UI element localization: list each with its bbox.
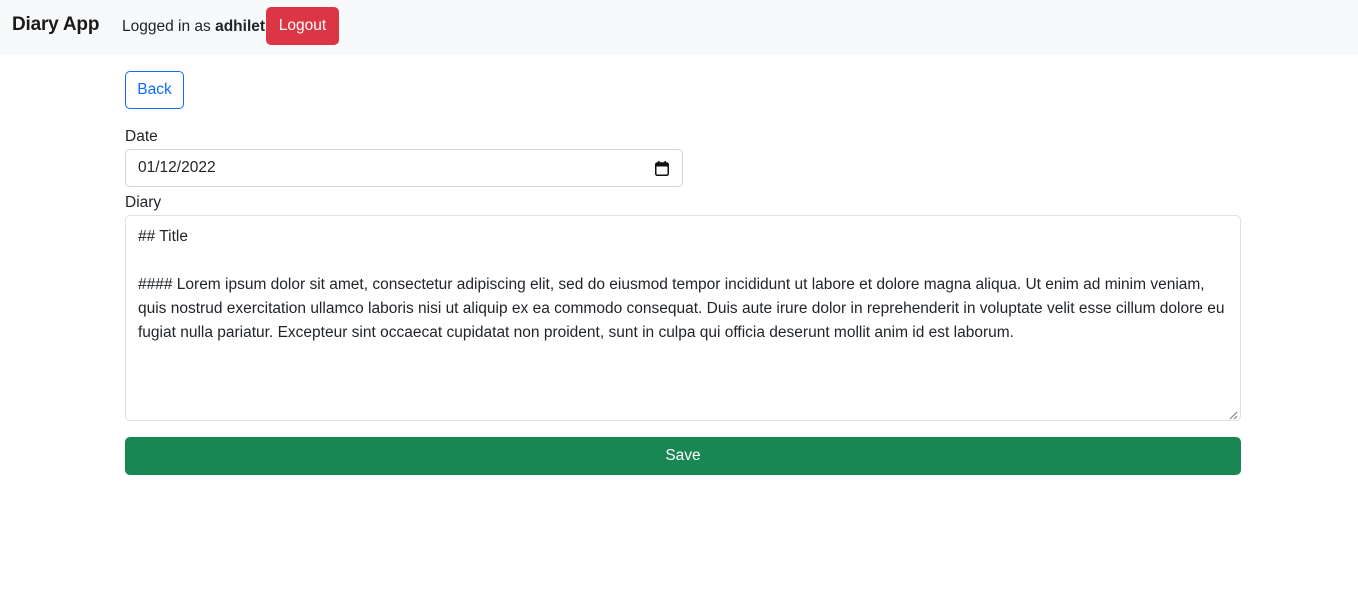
logged-in-prefix: Logged in as (122, 18, 211, 35)
resize-grip-icon[interactable] (1228, 407, 1238, 420)
date-label: Date (125, 128, 158, 145)
diary-label: Diary (125, 194, 162, 211)
logout-button[interactable]: Logout (266, 7, 339, 45)
date-value[interactable]: 01/12/2022 (138, 159, 654, 177)
diary-textarea[interactable]: ## Title #### Lorem ipsum dolor sit amet… (125, 215, 1241, 421)
brand-title[interactable]: Diary App (12, 14, 99, 36)
navbar: Diary App Logged in as adhilet Logout (0, 0, 1358, 55)
date-input[interactable]: 01/12/2022 (125, 149, 683, 187)
calendar-icon[interactable] (654, 160, 670, 176)
logged-in-status: Logged in as adhilet (122, 18, 265, 36)
save-button[interactable]: Save (125, 437, 1241, 475)
back-button[interactable]: Back (125, 71, 184, 109)
username: adhilet (215, 18, 266, 35)
